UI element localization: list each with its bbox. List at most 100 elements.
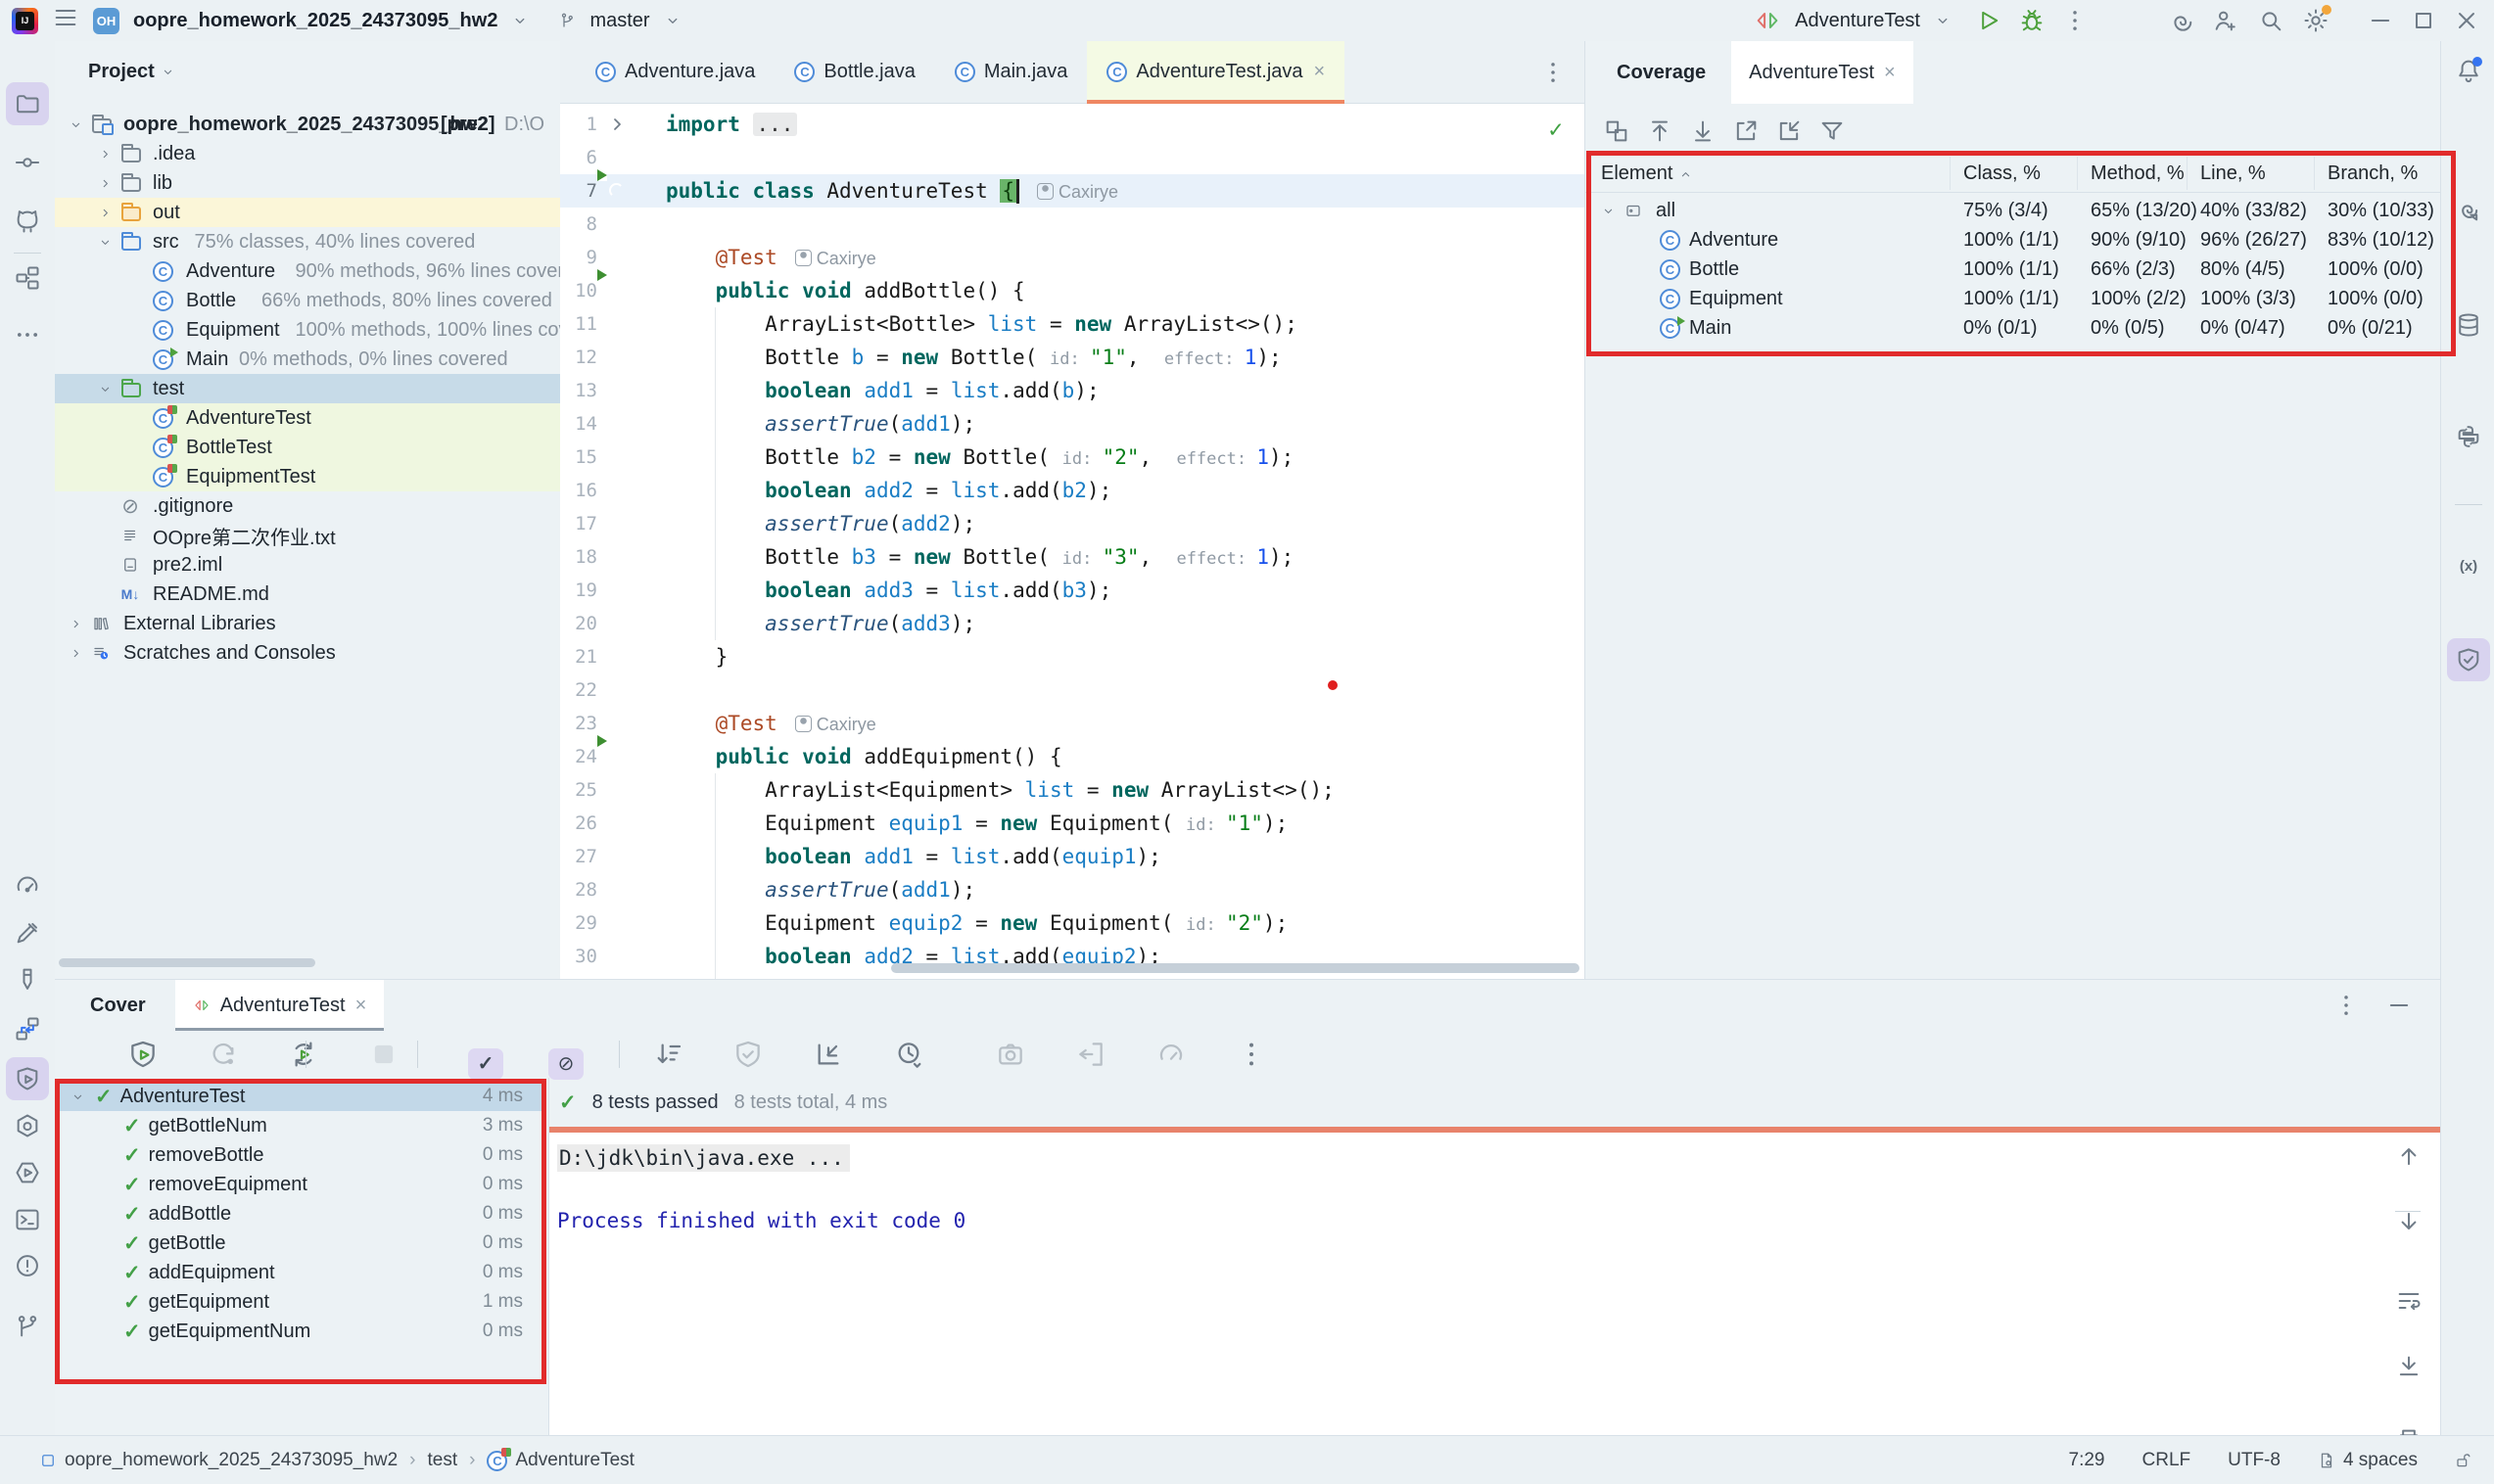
tree-item-Equipment[interactable]: CEquipment100% methods, 100% lines cover… xyxy=(55,315,560,345)
line-number[interactable]: 7 xyxy=(560,174,597,208)
tree-item-src[interactable]: src75% classes, 40% lines covered xyxy=(55,227,560,256)
filter-icon[interactable] xyxy=(1818,117,1846,145)
shield-icon[interactable] xyxy=(730,1039,766,1070)
branch-chevron-icon[interactable] xyxy=(664,12,682,29)
line-number[interactable]: 26 xyxy=(560,807,597,840)
tree-item-README.md[interactable]: M↓README.md xyxy=(55,580,560,609)
line-number[interactable]: 11 xyxy=(560,307,597,341)
tree-item-.idea[interactable]: .idea xyxy=(55,139,560,168)
line-number[interactable]: 22 xyxy=(560,673,597,707)
run-window-more-icon[interactable] xyxy=(2332,992,2360,1019)
project-hscrollbar[interactable] xyxy=(59,958,315,967)
tree-item-Adventure[interactable]: CAdventure90% methods, 96% lines covered xyxy=(55,256,560,286)
line-number[interactable]: 10 xyxy=(560,274,597,307)
editor-tab-close-icon[interactable]: × xyxy=(1314,61,1326,83)
line-number[interactable]: 28 xyxy=(560,873,597,906)
line-number[interactable]: 21 xyxy=(560,640,597,673)
screenshot-icon[interactable] xyxy=(993,1039,1028,1070)
test-root-AdventureTest[interactable]: ✓AdventureTest4 ms xyxy=(55,1082,544,1111)
tree-item-Main[interactable]: CMain0% methods, 0% lines covered xyxy=(55,345,560,374)
soft-wrap-icon[interactable] xyxy=(2395,1287,2423,1315)
editor-tab-AdventureTest.java[interactable]: CAdventureTest.java× xyxy=(1087,41,1344,103)
tree-item-out[interactable]: out xyxy=(55,198,560,227)
project-panel-header[interactable]: Project xyxy=(88,57,175,86)
menu-icon[interactable] xyxy=(52,4,79,31)
activity-database[interactable] xyxy=(2447,303,2490,347)
ai-assistant-icon[interactable] xyxy=(2167,7,2194,34)
chevron-down-icon[interactable] xyxy=(98,382,113,396)
breadcrumb-test[interactable]: test xyxy=(428,1450,458,1471)
sort-by-duration-icon[interactable] xyxy=(650,1039,685,1070)
test-case-removeBottle[interactable]: ✓removeBottle0 ms xyxy=(55,1140,544,1170)
maximize-window-button[interactable] xyxy=(2402,4,2445,37)
tree-item-pre2.iml[interactable]: pre2.iml xyxy=(55,550,560,580)
editor-tabs-more-icon[interactable] xyxy=(1539,59,1567,86)
line-number[interactable]: 25 xyxy=(560,773,597,807)
column-header-Element[interactable]: Element xyxy=(1601,162,1693,185)
coverage-tab[interactable]: AdventureTest × xyxy=(1731,41,1913,104)
editor-hscrollbar[interactable] xyxy=(891,963,1579,973)
editor-tab-Bottle.java[interactable]: CBottle.java xyxy=(775,41,934,103)
project-chevron-icon[interactable] xyxy=(511,12,529,29)
activity-services[interactable] xyxy=(6,1151,49,1194)
column-header-Class[interactable]: Class, % xyxy=(1963,162,2041,185)
run-window-hide-icon[interactable] xyxy=(2385,992,2413,1019)
show-passed-icon[interactable]: ✓ xyxy=(468,1048,503,1080)
activity-more-horizontal[interactable] xyxy=(6,313,49,356)
column-header-Branch[interactable]: Branch, % xyxy=(2328,162,2418,185)
run-config-chevron-icon[interactable] xyxy=(1934,12,1952,29)
test-case-getBottle[interactable]: ✓getBottle0 ms xyxy=(55,1229,544,1258)
line-number[interactable]: 19 xyxy=(560,574,597,607)
tree-item-ScratchesandConsoles[interactable]: Scratches and Consoles xyxy=(55,638,560,668)
line-number[interactable]: 6 xyxy=(560,141,597,174)
activity-structure[interactable] xyxy=(6,256,49,300)
run-config-name[interactable]: AdventureTest xyxy=(1795,10,1920,32)
chevron-right-icon[interactable] xyxy=(98,147,113,162)
breadcrumb-oopre_homework_2025_24373095_hw2[interactable]: oopre_homework_2025_24373095_hw2 xyxy=(39,1450,398,1471)
chevron-right-icon[interactable] xyxy=(98,206,113,220)
activity-services-flow[interactable] xyxy=(6,1007,49,1050)
more-icon[interactable] xyxy=(1234,1039,1269,1070)
rerun-icon[interactable] xyxy=(286,1039,321,1070)
run-window-title[interactable]: Cover xyxy=(55,980,175,1031)
encoding-widget[interactable]: UTF-8 xyxy=(2228,1450,2281,1471)
line-number[interactable]: 23 xyxy=(560,707,597,740)
export-icon[interactable] xyxy=(1073,1039,1108,1070)
rerun-failed-icon[interactable] xyxy=(206,1039,241,1070)
activity-version-control[interactable] xyxy=(6,1305,49,1348)
activity-python-console[interactable] xyxy=(2447,415,2490,458)
line-number[interactable]: 24 xyxy=(560,740,597,773)
line-number[interactable]: 8 xyxy=(560,208,597,241)
line-number[interactable]: 17 xyxy=(560,507,597,540)
activity-pencil[interactable] xyxy=(6,957,49,1000)
chevron-right-icon[interactable] xyxy=(69,617,83,631)
activity-project-folder[interactable] xyxy=(6,82,49,125)
caret-position-widget[interactable]: 7:29 xyxy=(2069,1450,2105,1471)
tree-item-oopre_homework_2025_24373095_hw2[interactable]: oopre_homework_2025_24373095_hw2[pre2]D:… xyxy=(55,110,560,139)
settings-icon[interactable] xyxy=(2302,7,2329,34)
activity-build[interactable] xyxy=(6,911,49,954)
test-history-icon[interactable] xyxy=(891,1039,926,1070)
breadcrumb-AdventureTest[interactable]: CAdventureTest xyxy=(487,1450,634,1471)
line-number[interactable]: 18 xyxy=(560,540,597,574)
project-name[interactable]: oopre_homework_2025_24373095_hw2 xyxy=(133,10,497,32)
tree-item-AdventureTest[interactable]: CAdventureTest xyxy=(55,403,560,433)
coverage-row-Bottle[interactable]: CBottle100% (1/1)66% (2/3)80% (4/5)100% … xyxy=(1585,255,2441,284)
show-ignored-icon[interactable]: ⊘ xyxy=(548,1048,584,1080)
tree-item-BottleTest[interactable]: CBottleTest xyxy=(55,433,560,462)
line-number[interactable]: 13 xyxy=(560,374,597,407)
add-user-icon[interactable] xyxy=(2212,7,2239,34)
tree-item-ExternalLibraries[interactable]: External Libraries xyxy=(55,609,560,638)
tree-item-EquipmentTest[interactable]: CEquipmentTest xyxy=(55,462,560,491)
search-icon[interactable] xyxy=(2257,7,2284,34)
activity-ai-chat[interactable] xyxy=(2447,189,2490,232)
column-header-Line[interactable]: Line, % xyxy=(2200,162,2266,185)
run-tab[interactable]: AdventureTest × xyxy=(175,980,385,1031)
editor-tab-Adventure.java[interactable]: CAdventure.java xyxy=(576,41,775,103)
line-number[interactable]: 16 xyxy=(560,474,597,507)
activity-profiler[interactable] xyxy=(6,864,49,907)
console-output[interactable]: D:\jdk\bin\java.exe ...Process finished … xyxy=(549,1133,2440,1436)
tree-item-test[interactable]: test xyxy=(55,374,560,403)
activity-github-pull-requests[interactable] xyxy=(6,200,49,243)
column-header-Method[interactable]: Method, % xyxy=(2091,162,2185,185)
